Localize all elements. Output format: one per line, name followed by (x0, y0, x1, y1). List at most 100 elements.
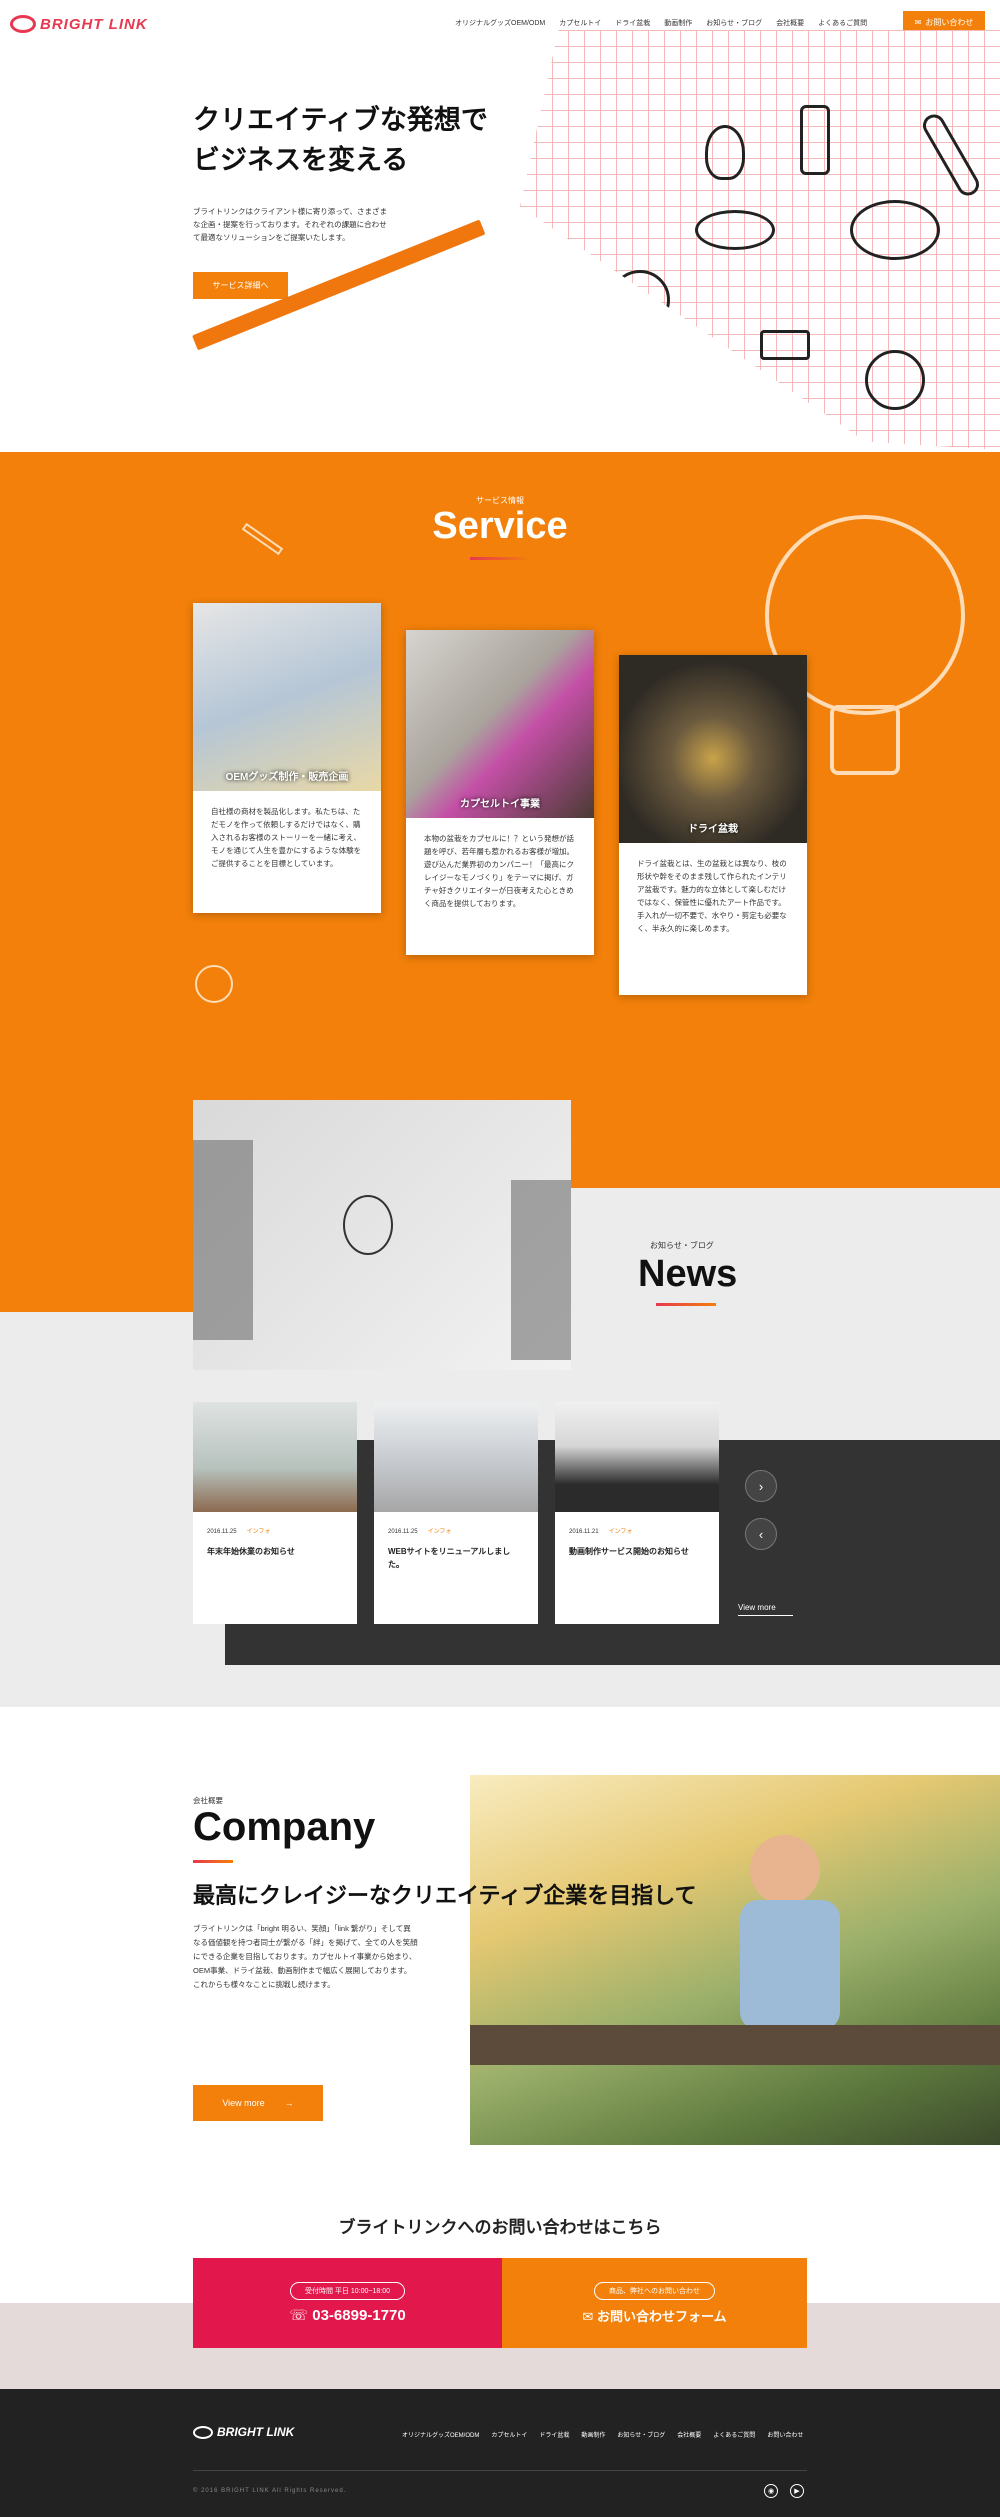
hero-title-line2: ビジネスを変える (193, 145, 409, 175)
service-card-caption: カプセルトイ事業 (460, 799, 540, 810)
news-category: インフォ (427, 1529, 452, 1535)
global-nav: オリジナルグッズOEM/ODM カプセルトイ ドライ盆栽 動画制作 お知らせ・ブ… (455, 18, 867, 28)
photo-child-face (750, 1835, 820, 1905)
nav-item-faq[interactable]: よくあるご質問 (818, 18, 867, 28)
logo-mark-icon (10, 15, 36, 33)
nav-item-capsule-toy[interactable]: カプセルトイ (559, 18, 601, 28)
footer-divider (193, 2470, 807, 2471)
doodle-testtube-icon (918, 110, 984, 200)
service-card-capsule-toy[interactable]: カプセルトイ事業 本物の盆栽をカプセルに！？という発想が話題を呼び、若年層も惹か… (406, 630, 594, 955)
doodle-ball-icon (610, 270, 670, 330)
footer-copyright: © 2016 BRIGHT LINK All Rights Reserved. (193, 2488, 347, 2494)
news-prev-button[interactable]: ‹ (745, 1518, 777, 1550)
service-title-underline (470, 557, 530, 560)
news-category: インフォ (246, 1529, 271, 1535)
footer-nav-news-blog[interactable]: お知らせ・ブログ (617, 2430, 665, 2439)
doodle-atom-icon (695, 210, 775, 250)
header-contact-label: お問い合わせ (925, 17, 974, 27)
phone-hours: 受付時間 平日 10:00~18:00 (289, 2282, 405, 2300)
logo-text: BRIGHT LINK (40, 15, 148, 33)
hero-title: クリエイティブな発想で ビジネスを変える (193, 100, 488, 180)
nav-item-video[interactable]: 動画制作 (664, 18, 692, 28)
service-card-text: 自社様の商材を製品化します。私たちは、ただモノを作って依頼しするだけではなく、購… (211, 807, 362, 868)
lightbulb-base-doodle (830, 705, 900, 775)
footer-nav-contact[interactable]: お問い合わせ (767, 2430, 803, 2439)
service-card-oem[interactable]: OEMグッズ制作・販売企画 自社様の商材を製品化します。私たちは、ただモノを作っ… (193, 603, 381, 913)
company-view-more-button[interactable]: View more → (193, 2085, 323, 2121)
news-title-underline (656, 1303, 716, 1306)
hero-description: ブライトリンクはクライアント様に寄り添って、さまざまな企画・提案を行っております… (193, 207, 387, 242)
service-card-image: カプセルトイ事業 (406, 630, 594, 818)
contact-form-block[interactable]: 商品、弊社へのお問い合わせ ✉ お問い合わせフォーム (502, 2258, 807, 2348)
company-headline: 最高にクレイジーなクリエイティブ企業を目指して (193, 1883, 697, 1908)
doodle-dna-icon (800, 105, 830, 175)
company-button-label: View more (222, 2098, 265, 2108)
service-card-text: 本物の盆栽をカプセルに！？という発想が話題を呼び、若年層も惹かれるお客様が増加。… (424, 834, 574, 908)
service-title: Service (432, 505, 568, 547)
mail-icon: ✉ (914, 17, 922, 27)
photo-people-left (193, 1140, 253, 1340)
company-title: Company (193, 1805, 376, 1849)
footer-logo-text: BRIGHT LINK (217, 2425, 295, 2439)
service-card-text: ドライ盆栽とは、生の盆栽とは異なり、枝の形状や幹をそのまま残して作られたインテリ… (637, 859, 787, 933)
contact-phone-block[interactable]: 受付時間 平日 10:00~18:00 ☏ 03-6899-1770 (193, 2258, 502, 2348)
nav-item-oem[interactable]: オリジナルグッズOEM/ODM (455, 18, 545, 28)
youtube-icon[interactable]: ▶ (790, 2484, 804, 2498)
arrow-right-icon: → (284, 2098, 294, 2108)
news-card-title: WEBサイトをリニューアルしました。 (388, 1547, 511, 1569)
footer-nav-company[interactable]: 会社概要 (677, 2430, 701, 2439)
company-photo (470, 1775, 1000, 2145)
nav-item-news-blog[interactable]: お知らせ・ブログ (706, 18, 762, 28)
news-card-title: 年末年始休業のお知らせ (207, 1547, 295, 1556)
news-card[interactable]: 2016.11.25 インフォ WEBサイトをリニューアルしました。 (374, 1402, 538, 1624)
news-card[interactable]: 2016.11.25 インフォ 年末年始休業のお知らせ (193, 1402, 357, 1624)
service-card-caption: ドライ盆栽 (688, 824, 738, 835)
service-card-dry-bonsai[interactable]: ドライ盆栽 ドライ盆栽とは、生の盆栽とは異なり、枝の形状や幹をそのまま残して作ら… (619, 655, 807, 995)
news-card-title: 動画制作サービス開始のお知らせ (569, 1547, 689, 1556)
phone-number: 03-6899-1770 (312, 2307, 406, 2324)
doodle-microscope-icon (760, 330, 810, 360)
news-next-button[interactable]: › (745, 1470, 777, 1502)
header-contact-button[interactable]: ✉ お問い合わせ (903, 11, 985, 33)
footer-nav: オリジナルグッズOEM/ODM カプセルトイ ドライ盆栽 動画制作 お知らせ・ブ… (402, 2430, 803, 2439)
news-section-bg-top (570, 1188, 1000, 1312)
footer-logo[interactable]: BRIGHT LINK (193, 2425, 294, 2439)
news-card-image (555, 1402, 719, 1512)
logo-mark-icon (193, 2425, 213, 2439)
service-card-image: ドライ盆栽 (619, 655, 807, 843)
service-card-image: OEMグッズ制作・販売企画 (193, 603, 381, 791)
footer-nav-video[interactable]: 動画制作 (581, 2430, 605, 2439)
instagram-icon[interactable]: ◉ (764, 2484, 778, 2498)
form-label: お問い合わせフォーム (596, 2309, 727, 2324)
nav-item-dry-bonsai[interactable]: ドライ盆栽 (615, 18, 650, 28)
footer-nav-oem[interactable]: オリジナルグッズOEM/ODM (402, 2430, 479, 2439)
news-category: インフォ (608, 1529, 633, 1535)
company-title-underline (193, 1860, 233, 1863)
doodle-palette-icon (850, 200, 940, 260)
news-subtitle: お知らせ・ブログ (650, 1241, 714, 1250)
hero-title-line1: クリエイティブな発想で (193, 105, 488, 135)
news-card-meta: 2016.11.21 インフォ (555, 1512, 719, 1535)
mail-icon: ✉ (582, 2309, 594, 2324)
news-card[interactable]: 2016.11.21 インフォ 動画制作サービス開始のお知らせ (555, 1402, 719, 1624)
company-description: ブライトリンクは「bright 明るい、笑顔」「link 繋がり」そして異なる価… (193, 1924, 418, 1989)
nav-item-company[interactable]: 会社概要 (776, 18, 804, 28)
doodle-lightbulb-icon (705, 125, 745, 180)
contact-title: ブライトリンクへのお問い合わせはこちら (338, 2218, 662, 2237)
news-card-image (374, 1402, 538, 1512)
hero-service-button[interactable]: サービス詳細へ (193, 272, 288, 299)
news-view-more-link[interactable]: View more (738, 1603, 793, 1616)
news-date: 2016.11.21 (569, 1529, 599, 1535)
footer-nav-faq[interactable]: よくあるご質問 (713, 2430, 755, 2439)
service-card-caption: OEMグッズ制作・販売企画 (225, 772, 349, 783)
site-logo[interactable]: BRIGHT LINK (10, 12, 180, 36)
news-card-meta: 2016.11.25 インフォ (193, 1512, 357, 1535)
lightbulb-chalk-icon (343, 1195, 393, 1255)
news-feature-photo (193, 1100, 571, 1370)
news-card-meta: 2016.11.25 インフォ (374, 1512, 538, 1535)
news-date: 2016.11.25 (388, 1529, 418, 1535)
news-date: 2016.11.25 (207, 1529, 237, 1535)
small-lightbulb-doodle-icon (195, 965, 233, 1003)
footer-nav-capsule-toy[interactable]: カプセルトイ (491, 2430, 527, 2439)
footer-nav-dry-bonsai[interactable]: ドライ盆栽 (539, 2430, 569, 2439)
